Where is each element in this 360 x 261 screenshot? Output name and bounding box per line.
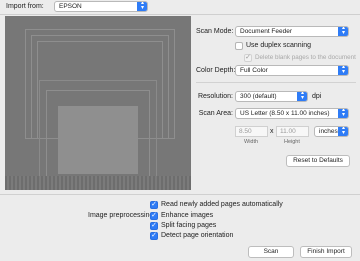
delete-blank-checkbox[interactable]: ✓ xyxy=(244,54,252,62)
chevron-updown-icon: ▴ ▾ xyxy=(137,2,147,11)
units-value: inches xyxy=(319,128,338,135)
chevron-updown-icon: ▴ ▾ xyxy=(338,66,348,75)
detect-label: Detect page orientation xyxy=(161,232,234,239)
scan-mode-select[interactable]: Document Feeder ▴ ▾ xyxy=(235,26,349,37)
scan-button[interactable]: Scan xyxy=(248,246,294,258)
checkmark-icon: ✓ xyxy=(151,222,157,229)
checkmark-icon: ✓ xyxy=(151,212,157,219)
resolution-value: 300 (default) xyxy=(240,93,277,100)
checkmark-icon: ✓ xyxy=(151,201,157,208)
read-new-checkbox[interactable]: ✓ xyxy=(150,201,158,209)
width-input[interactable]: 8.50 xyxy=(235,126,268,137)
color-depth-select[interactable]: Full Color ▴ ▾ xyxy=(235,65,349,76)
color-depth-value: Full Color xyxy=(240,67,268,74)
height-caption: Height xyxy=(284,139,300,145)
options-divider xyxy=(0,194,360,195)
resolution-select[interactable]: 300 (default) ▴ ▾ xyxy=(235,91,308,102)
reset-defaults-button[interactable]: Reset to Defaults xyxy=(286,155,350,167)
chevron-updown-icon: ▴ ▾ xyxy=(338,109,348,118)
duplex-label: Use duplex scanning xyxy=(246,42,311,49)
checkmark-icon: ✓ xyxy=(151,232,157,239)
device-select[interactable]: EPSON ▴ ▾ xyxy=(54,1,148,12)
scan-area-label: Scan Area: xyxy=(198,110,233,117)
scan-mode-value: Document Feeder xyxy=(240,28,293,35)
checkmark-icon: ✓ xyxy=(245,54,251,61)
preview-feeder-edge xyxy=(5,176,191,190)
split-checkbox[interactable]: ✓ xyxy=(150,222,158,230)
split-label: Split facing pages xyxy=(161,222,217,229)
chevron-updown-icon: ▴ ▾ xyxy=(338,127,348,136)
duplex-checkbox[interactable] xyxy=(235,42,243,50)
header-divider xyxy=(0,14,360,15)
scan-preview xyxy=(5,16,191,190)
resolution-label: Resolution: xyxy=(197,93,233,100)
width-caption: Width xyxy=(244,139,259,145)
read-new-label: Read newly added pages automatically xyxy=(161,201,283,208)
image-preprocessing-label: Image preprocessing: xyxy=(88,212,156,219)
units-select[interactable]: inches ▴ ▾ xyxy=(314,126,349,137)
enhance-checkbox[interactable]: ✓ xyxy=(150,212,158,220)
settings-divider xyxy=(196,82,356,83)
resolution-unit: dpi xyxy=(312,93,322,100)
chevron-updown-icon: ▴ ▾ xyxy=(338,27,348,36)
import-from-label: Import from: xyxy=(6,3,44,10)
times-sign: x xyxy=(270,128,274,135)
enhance-label: Enhance images xyxy=(161,212,214,219)
device-value: EPSON xyxy=(59,3,82,10)
height-input[interactable]: 11.00 xyxy=(276,126,309,137)
scan-mode-label: Scan Mode: xyxy=(196,28,234,35)
scan-area-value: US Letter (8.50 x 11.00 inches) xyxy=(240,110,330,117)
preview-document xyxy=(58,106,138,174)
finish-import-button[interactable]: Finish Import xyxy=(300,246,352,258)
detect-checkbox[interactable]: ✓ xyxy=(150,232,158,240)
color-depth-label: Color Depth: xyxy=(196,67,236,74)
scan-area-select[interactable]: US Letter (8.50 x 11.00 inches) ▴ ▾ xyxy=(235,108,349,119)
delete-blank-label: Delete blank pages to the document xyxy=(255,54,356,61)
chevron-updown-icon: ▴ ▾ xyxy=(297,92,307,101)
